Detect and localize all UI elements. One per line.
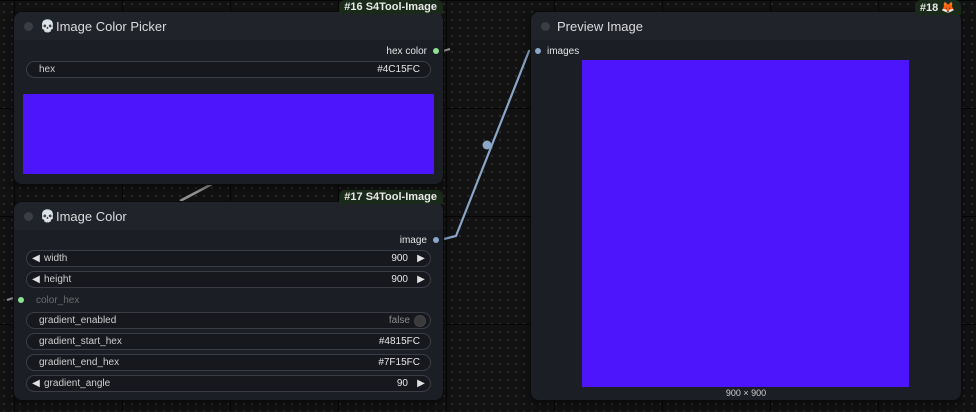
node-title: Preview Image (557, 18, 643, 34)
gradient-angle-label: gradient_angle (44, 378, 111, 389)
hex-value: #4C15FC (377, 64, 420, 75)
output-socket-icon[interactable] (433, 48, 439, 54)
node-title: Image Color (55, 208, 127, 224)
input-socket-icon[interactable] (535, 48, 541, 54)
output-socket-icon[interactable] (433, 237, 439, 243)
hex-field[interactable]: hex #4C15FC (26, 61, 431, 78)
node-title: Image Color Picker (55, 18, 167, 34)
skull-icon: 💀 (40, 19, 55, 33)
color-hex-label: color_hex (36, 294, 80, 306)
increment-arrow-icon[interactable]: ▶ (416, 378, 426, 389)
gradient-enabled-toggle[interactable]: gradient_enabled false (26, 312, 431, 329)
gradient-end-label: gradient_end_hex (39, 357, 120, 368)
gradient-start-value: #4815FC (378, 336, 420, 347)
node-badge: #16 S4Tool-Image (339, 0, 443, 14)
input-socket-icon[interactable] (18, 297, 24, 303)
height-label: height (44, 274, 72, 285)
toggle-knob-icon[interactable] (414, 314, 426, 327)
hex-label: hex (39, 64, 56, 75)
width-stepper[interactable]: ◀ width 900 ▶ (26, 250, 431, 267)
node-header[interactable]: Preview Image (531, 12, 961, 40)
height-stepper[interactable]: ◀ height 900 ▶ (26, 271, 431, 288)
preview-dimensions: 900 × 900 (725, 388, 767, 398)
collapse-dot-icon[interactable] (24, 21, 33, 31)
gradient-end-value: #7F15FC (378, 357, 420, 368)
skull-icon: 💀 (40, 209, 55, 223)
input-color-hex[interactable]: color_hex (18, 293, 79, 307)
images-label: images (547, 45, 580, 57)
width-value: 900 (391, 253, 408, 264)
decrement-arrow-icon[interactable]: ◀ (31, 378, 41, 389)
link-background-segment (179, 182, 213, 203)
node-badge: #17 S4Tool-Image (339, 190, 443, 204)
node-badge: #18 🦊 (914, 0, 961, 15)
output-label: image (399, 234, 427, 246)
node-header[interactable]: 💀 Image Color (14, 202, 443, 230)
gradient-enabled-label: gradient_enabled (39, 315, 117, 326)
gradient-angle-value: 90 (396, 378, 408, 389)
gradient-end-hex-field[interactable]: gradient_end_hex #7F15FC (26, 354, 431, 371)
gradient-start-hex-field[interactable]: gradient_start_hex #4815FC (26, 333, 431, 350)
link-color-hex-stub (6, 297, 14, 301)
node-header[interactable]: 💀 Image Color Picker (14, 12, 443, 40)
increment-arrow-icon[interactable]: ▶ (416, 274, 426, 285)
collapse-dot-icon[interactable] (24, 211, 33, 221)
increment-arrow-icon[interactable]: ▶ (416, 253, 426, 264)
output-label: hex color (386, 45, 427, 57)
preview-image-node[interactable]: #18 🦊 Preview Image images 900 × 900 (531, 0, 961, 400)
link-midpoint-handle (482, 140, 492, 150)
link-hex-color-stub (442, 48, 451, 52)
gradient-enabled-value: false (388, 315, 410, 326)
preview-image[interactable] (582, 60, 909, 387)
output-hex-color[interactable]: hex color (386, 44, 439, 58)
color-swatch[interactable] (23, 94, 434, 174)
output-image[interactable]: image (400, 233, 439, 247)
gradient-start-label: gradient_start_hex (39, 336, 122, 347)
height-value: 900 (391, 274, 408, 285)
width-label: width (44, 253, 68, 264)
image-color-picker-node[interactable]: #16 S4Tool-Image 💀 Image Color Picker he… (14, 0, 443, 184)
image-color-node[interactable]: #17 S4Tool-Image 💀 Image Color image ◀ w… (14, 190, 443, 400)
input-images[interactable]: images (535, 44, 579, 58)
decrement-arrow-icon[interactable]: ◀ (31, 274, 41, 285)
collapse-dot-icon[interactable] (541, 21, 550, 31)
decrement-arrow-icon[interactable]: ◀ (31, 253, 41, 264)
gradient-angle-stepper[interactable]: ◀ gradient_angle 90 ▶ (26, 375, 431, 392)
